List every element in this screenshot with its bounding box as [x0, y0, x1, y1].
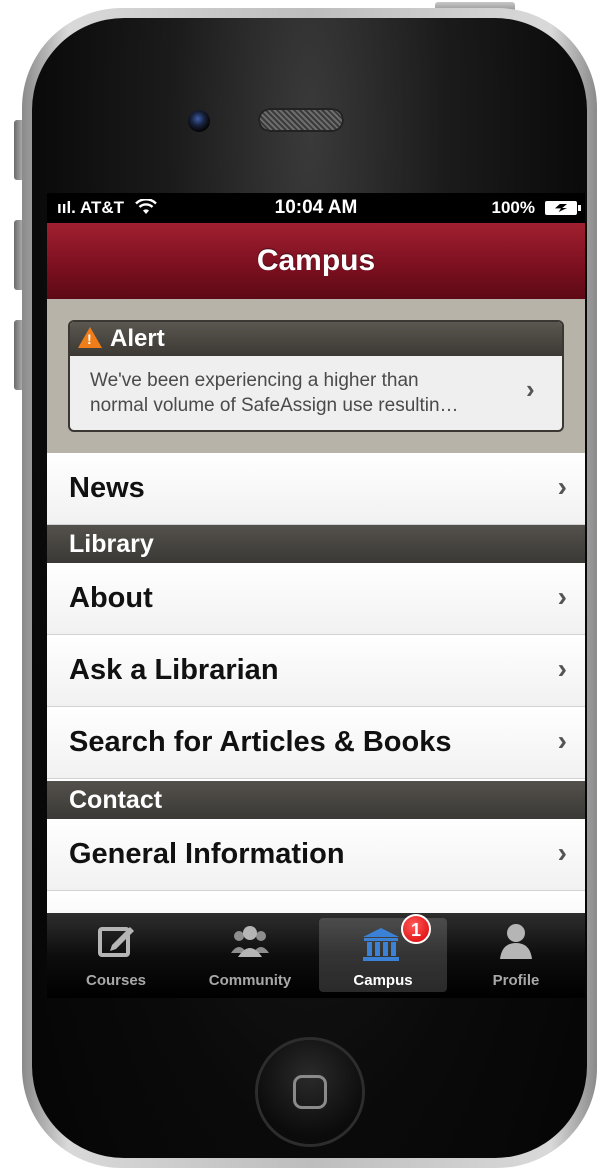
list-item-label: General Information — [69, 838, 345, 870]
person-icon — [500, 924, 532, 959]
list-item-ask-a-librarian[interactable]: Ask a Librarian › — [47, 635, 585, 707]
warning-icon: ! — [78, 327, 102, 348]
chevron-right-icon: › — [557, 837, 567, 868]
tab-community[interactable]: Community — [183, 913, 317, 998]
tab-label: Profile — [492, 972, 540, 989]
tab-bar: Courses Community 1 Campus Profile — [47, 913, 585, 998]
list-item-about[interactable]: About › — [47, 563, 585, 635]
home-square-icon — [293, 1075, 327, 1109]
section-header-contact: Contact — [47, 781, 585, 819]
battery-percentage: 100% — [491, 198, 535, 217]
alert-message-line: We've been experiencing a higher than — [90, 370, 419, 391]
chevron-right-icon: › — [557, 653, 567, 684]
home-button[interactable] — [258, 1040, 362, 1144]
status-bar: ııl. AT&T 10:04 AM 100% — [47, 193, 585, 223]
list-item-general-information[interactable]: General Information › — [47, 819, 585, 891]
alert-banner[interactable]: ! Alert We've been experiencing a higher… — [68, 320, 564, 432]
earpiece-speaker — [258, 108, 344, 132]
page-title: Campus — [256, 244, 376, 277]
tab-courses[interactable]: Courses — [49, 913, 183, 998]
alert-area: ! Alert We've been experiencing a higher… — [47, 299, 585, 453]
section-header-label: Library — [69, 530, 154, 558]
alert-header: ! Alert — [70, 322, 562, 356]
chevron-right-icon: › — [557, 725, 567, 756]
tab-campus[interactable]: 1 Campus — [319, 914, 447, 992]
front-camera — [188, 110, 210, 132]
navigation-bar: Campus — [47, 223, 585, 299]
chevron-right-icon: › — [526, 374, 535, 404]
section-header-library: Library — [47, 525, 585, 563]
list-item-label: Ask a Librarian — [69, 654, 279, 686]
chevron-right-icon: › — [557, 471, 567, 502]
people-icon — [231, 926, 269, 957]
list-item-search-articles[interactable]: Search for Articles & Books › — [47, 707, 585, 779]
list-item-label: Search for Articles & Books — [69, 726, 452, 758]
tab-label: Community — [208, 972, 292, 989]
tab-label: Courses — [85, 972, 147, 989]
alert-message-line: normal volume of SafeAssign use resultin… — [90, 395, 459, 416]
list-item-label: News — [69, 472, 145, 504]
notification-badge: 1 — [401, 914, 431, 944]
alert-message: We've been experiencing a higher than no… — [90, 368, 510, 418]
list-item-label: About — [69, 582, 153, 614]
building-icon — [363, 928, 399, 961]
compose-icon — [98, 927, 134, 957]
tab-label: Campus — [353, 972, 413, 989]
section-header-label: Contact — [69, 786, 163, 814]
tab-profile[interactable]: Profile — [449, 913, 583, 998]
list-item-news[interactable]: News › — [47, 453, 585, 525]
chevron-right-icon: › — [557, 581, 567, 612]
battery-charging-icon — [545, 201, 581, 215]
screen: ııl. AT&T 10:04 AM 100% Campus ! Alert W… — [47, 193, 585, 998]
alert-title: Alert — [110, 325, 165, 352]
